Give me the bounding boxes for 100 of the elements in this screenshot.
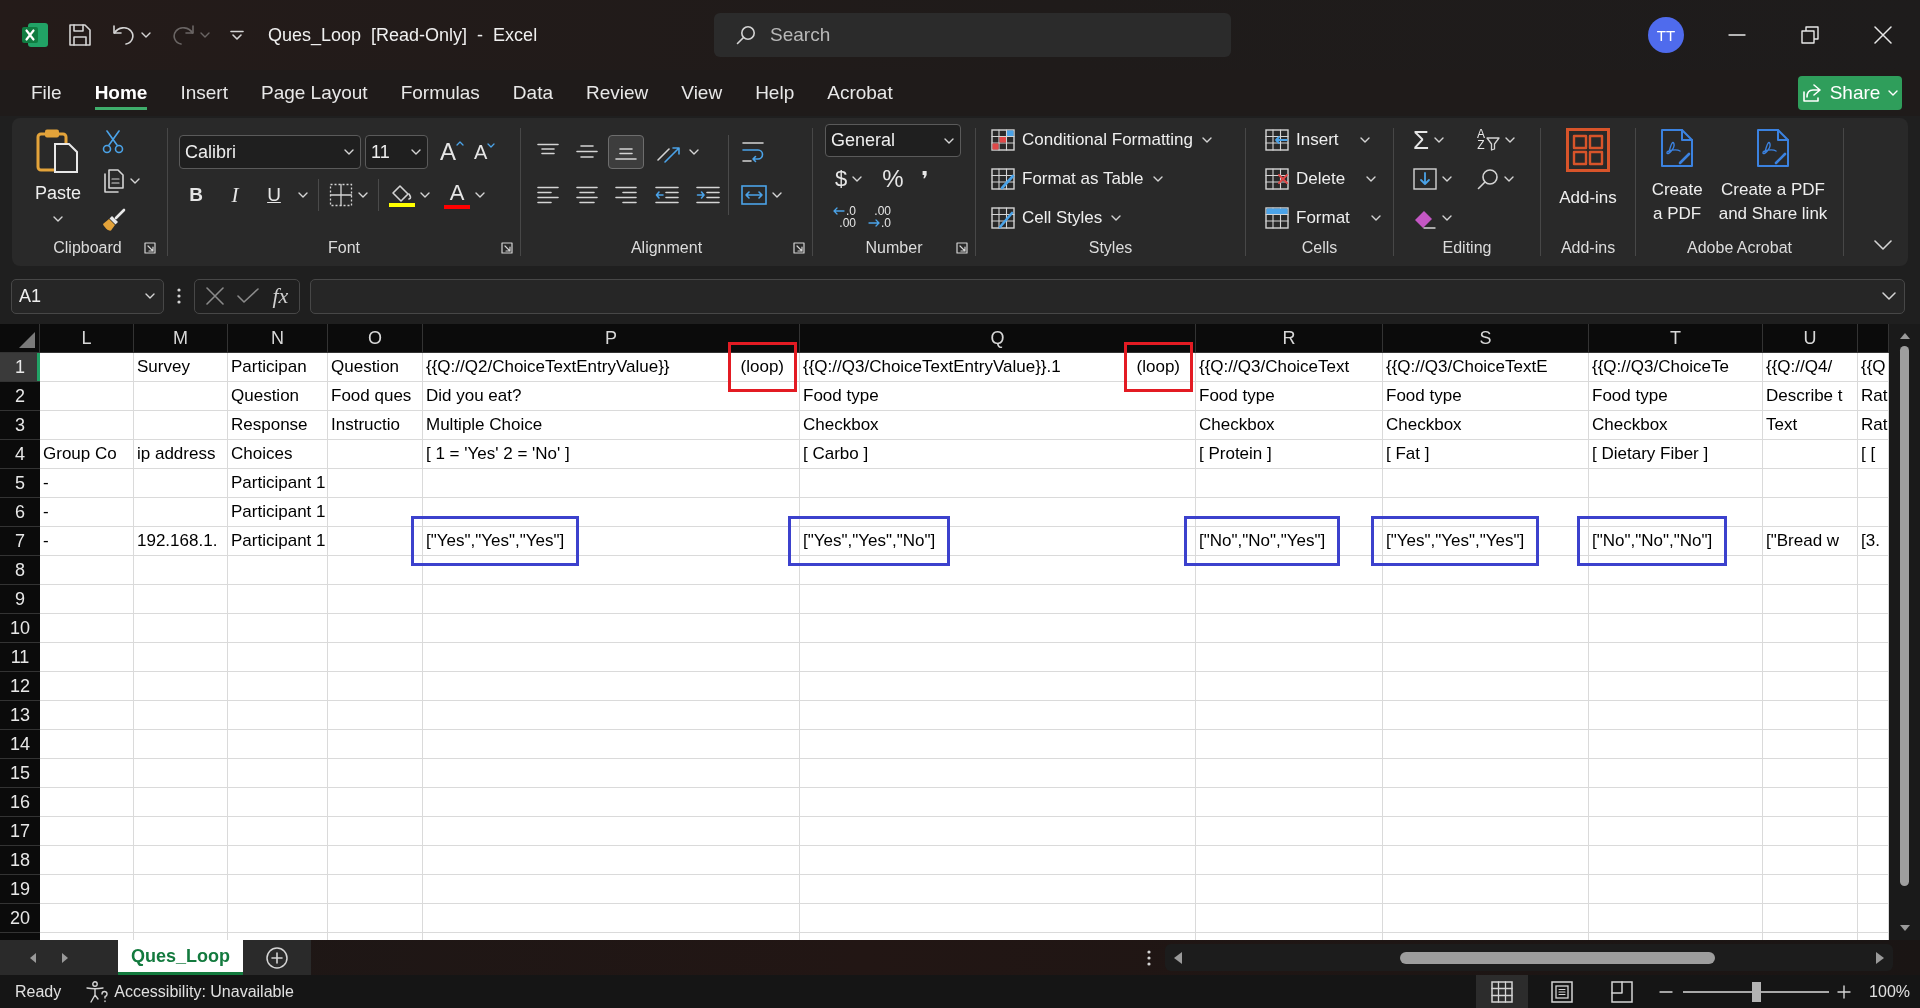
restore-icon[interactable]	[1801, 26, 1819, 44]
column-header[interactable]: S	[1383, 324, 1589, 353]
search-icon[interactable]	[1477, 168, 1499, 190]
bold-button[interactable]: B	[183, 180, 209, 210]
plus-icon[interactable]	[1837, 984, 1852, 999]
currency-button[interactable]: $	[835, 166, 848, 192]
caret-icon[interactable]	[358, 192, 368, 198]
search-field[interactable]: Search	[714, 13, 1231, 57]
enter-icon[interactable]	[237, 288, 260, 304]
column-header[interactable]: U	[1763, 324, 1858, 353]
row-header[interactable]: 8	[0, 556, 40, 585]
menu-tab[interactable]: Page Layout	[260, 76, 368, 110]
slider-thumb[interactable]	[1752, 981, 1762, 1002]
copy-icon[interactable]	[102, 168, 124, 193]
cell-styles-button[interactable]: Cell Styles	[991, 202, 1245, 234]
column-header[interactable]: M	[134, 324, 228, 353]
align-button[interactable]	[608, 135, 644, 169]
decimal-button[interactable]: .0 .00	[833, 205, 856, 229]
shrink-font-button[interactable]: A	[474, 142, 496, 162]
borders-icon[interactable]	[329, 183, 353, 207]
menu-tab[interactable]: Formulas	[400, 76, 480, 110]
down-triangle-icon[interactable]	[1898, 924, 1911, 932]
delete-button[interactable]: Delete	[1265, 163, 1393, 195]
comma-style-button[interactable]: ❜	[921, 166, 929, 192]
column-header[interactable]: P	[423, 324, 800, 353]
minimize-icon[interactable]	[1728, 34, 1746, 36]
row-header[interactable]: 14	[0, 730, 40, 759]
caret-icon[interactable]	[420, 192, 430, 198]
font-name-dropdown[interactable]: Calibri	[179, 135, 361, 169]
row-header[interactable]: 15	[0, 759, 40, 788]
row-header[interactable]: 17	[0, 817, 40, 846]
grow-font-button[interactable]: A	[440, 140, 464, 164]
menu-tab[interactable]: Help	[755, 76, 795, 110]
caret-icon[interactable]	[1504, 176, 1514, 182]
column-header[interactable]: O	[328, 324, 423, 353]
conditional-formatting-button[interactable]: Conditional Formatting	[991, 124, 1245, 156]
fill-down-icon[interactable]	[1413, 168, 1437, 190]
column-header[interactable]: N	[228, 324, 328, 353]
percent-button[interactable]: %	[882, 165, 904, 193]
caret-icon[interactable]	[1442, 176, 1452, 182]
caret-bar-icon[interactable]	[230, 29, 244, 41]
save-icon[interactable]	[68, 23, 92, 47]
row-header[interactable]: 13	[0, 701, 40, 730]
add-icon[interactable]	[266, 946, 288, 969]
row-header[interactable]: 16	[0, 788, 40, 817]
sum-button[interactable]: Σ	[1413, 127, 1430, 153]
dialog-launcher-icon[interactable]	[956, 242, 968, 254]
row-header[interactable]: 6	[0, 498, 40, 527]
paint-bucket-icon[interactable]	[389, 183, 415, 207]
row-header[interactable]: 11	[0, 643, 40, 672]
row-header[interactable]: 7	[0, 527, 40, 556]
vertical-dots-icon[interactable]	[1147, 949, 1151, 966]
right-triangle-icon[interactable]	[61, 951, 69, 964]
close-icon[interactable]	[1874, 26, 1892, 44]
vertical-dots-icon[interactable]	[177, 288, 181, 304]
menu-tab[interactable]: View	[681, 76, 723, 110]
minus-icon[interactable]	[1659, 990, 1674, 993]
row-header[interactable]: 5	[0, 469, 40, 498]
merge-cells-icon[interactable]	[741, 184, 767, 206]
scissors-icon[interactable]	[102, 129, 124, 154]
menu-tab[interactable]: Acrobat	[827, 76, 893, 110]
right-triangle-icon[interactable]	[1875, 950, 1885, 965]
italic-button[interactable]: I	[222, 180, 248, 210]
select-all-icon[interactable]	[18, 331, 36, 349]
font-size-dropdown[interactable]: 11	[365, 135, 428, 169]
caret-icon[interactable]	[852, 176, 863, 182]
caret-icon[interactable]	[1434, 137, 1445, 143]
menu-tab[interactable]: Data	[512, 76, 553, 110]
paste-button[interactable]: Paste	[28, 128, 88, 236]
account-avatar[interactable]: TT	[1648, 17, 1684, 53]
add-ins-button[interactable]: Add-ins	[1559, 128, 1617, 236]
create-pdf-button[interactable]: Create a PDF	[1651, 128, 1703, 236]
caret-icon[interactable]	[475, 192, 485, 198]
dialog-launcher-icon[interactable]	[144, 242, 156, 254]
row-header[interactable]: 19	[0, 875, 40, 904]
left-triangle-icon[interactable]	[1173, 950, 1183, 965]
insert-function-button[interactable]: fx	[272, 283, 289, 309]
column-header[interactable]: Q	[800, 324, 1196, 353]
create-pdf-button[interactable]: Create a PDF and Share link	[1718, 128, 1828, 236]
insert-button[interactable]: Insert	[1265, 124, 1393, 156]
zoom-level[interactable]: 100%	[1869, 982, 1910, 1001]
caret-icon[interactable]	[298, 192, 308, 198]
column-header[interactable]: R	[1196, 324, 1383, 353]
menu-tab[interactable]: Home	[94, 76, 148, 110]
format-button[interactable]: Format	[1265, 202, 1393, 234]
row-header[interactable]: 1	[0, 353, 40, 382]
name-box[interactable]: A1	[11, 278, 164, 314]
scrollbar-thumb[interactable]	[1400, 951, 1715, 964]
caret-icon[interactable]	[772, 192, 782, 198]
wrap-text-icon[interactable]	[741, 141, 765, 163]
row-header[interactable]: 9	[0, 585, 40, 614]
row-header[interactable]: 18	[0, 846, 40, 875]
number-format-dropdown[interactable]: General	[825, 124, 961, 157]
font-color-button[interactable]: A	[444, 181, 470, 209]
menu-tab[interactable]: Insert	[180, 76, 228, 110]
row-header[interactable]: 12	[0, 672, 40, 701]
row-header[interactable]: 2	[0, 382, 40, 411]
row-header[interactable]: 4	[0, 440, 40, 469]
dialog-launcher-icon[interactable]	[501, 242, 513, 254]
indent-icon[interactable]	[696, 186, 720, 204]
